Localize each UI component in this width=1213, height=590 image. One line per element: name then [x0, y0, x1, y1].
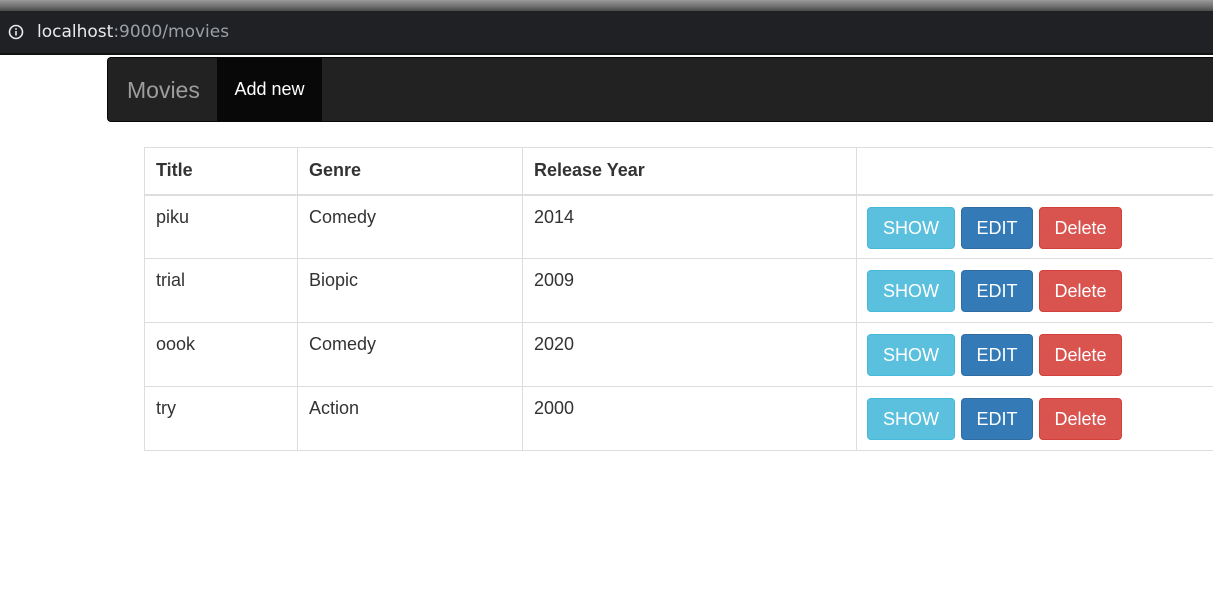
- table-row: oook Comedy 2020 SHOW EDIT Delete: [144, 322, 1213, 387]
- table-row: piku Comedy 2014 SHOW EDIT Delete: [144, 194, 1213, 259]
- cell-title: oook: [144, 322, 298, 387]
- cell-genre: Action: [297, 386, 523, 451]
- cell-title: piku: [144, 194, 298, 259]
- table-row: trial Biopic 2009 SHOW EDIT Delete: [144, 258, 1213, 323]
- cell-title: trial: [144, 258, 298, 323]
- edit-button[interactable]: EDIT: [961, 398, 1034, 440]
- navbar: Movies Add new: [107, 57, 1213, 122]
- url-text[interactable]: localhost:9000/movies: [37, 21, 229, 43]
- cell-release-year: 2020: [522, 322, 857, 387]
- table-header-row: Title Genre Release Year: [144, 147, 1213, 196]
- movies-table: Title Genre Release Year piku Comedy 201…: [144, 147, 1213, 451]
- header-genre: Genre: [297, 147, 523, 196]
- cell-release-year: 2000: [522, 386, 857, 451]
- window-top-strip: [0, 0, 1213, 11]
- show-button[interactable]: SHOW: [867, 270, 955, 312]
- cell-actions: SHOW EDIT Delete: [856, 322, 1213, 387]
- header-title: Title: [144, 147, 298, 196]
- cell-release-year: 2009: [522, 258, 857, 323]
- cell-actions: SHOW EDIT Delete: [856, 258, 1213, 323]
- navbar-brand[interactable]: Movies: [127, 75, 200, 105]
- cell-title: try: [144, 386, 298, 451]
- show-button[interactable]: SHOW: [867, 206, 955, 249]
- table-row: try Action 2000 SHOW EDIT Delete: [144, 386, 1213, 451]
- cell-genre: Comedy: [297, 194, 523, 259]
- edit-button[interactable]: EDIT: [961, 334, 1034, 376]
- show-button[interactable]: SHOW: [867, 398, 955, 440]
- delete-button[interactable]: Delete: [1039, 206, 1123, 249]
- show-button[interactable]: SHOW: [867, 334, 955, 376]
- edit-button[interactable]: EDIT: [961, 270, 1034, 312]
- info-icon[interactable]: [8, 24, 24, 40]
- header-release-year: Release Year: [522, 147, 857, 196]
- delete-button[interactable]: Delete: [1039, 398, 1123, 440]
- address-bar[interactable]: localhost:9000/movies: [0, 11, 1213, 55]
- url-host: localhost: [37, 22, 114, 42]
- delete-button[interactable]: Delete: [1039, 334, 1123, 376]
- cell-actions: SHOW EDIT Delete: [856, 194, 1213, 259]
- nav-add-new-link[interactable]: Add new: [217, 58, 322, 121]
- cell-release-year: 2014: [522, 194, 857, 259]
- url-path: :9000/movies: [113, 22, 230, 42]
- header-actions: [856, 147, 1213, 196]
- cell-genre: Comedy: [297, 322, 523, 387]
- delete-button[interactable]: Delete: [1039, 270, 1123, 312]
- cell-actions: SHOW EDIT Delete: [856, 386, 1213, 451]
- cell-genre: Biopic: [297, 258, 523, 323]
- edit-button[interactable]: EDIT: [961, 206, 1034, 249]
